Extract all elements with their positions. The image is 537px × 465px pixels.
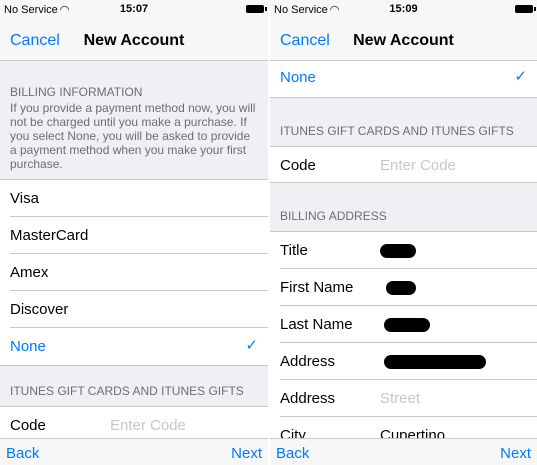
address-street-field[interactable]: Address Street [270,380,537,417]
page-title: New Account [353,32,454,49]
last-name-field[interactable]: Last Name [270,306,537,343]
status-bar: No Service ◠ 15:07 [0,0,268,20]
page-title: New Account [83,32,185,49]
battery-icon [246,5,267,13]
street-input[interactable]: Street [380,390,420,407]
right-screen: No Service ◠ 15:09 Cancel New Account Non… [270,0,537,465]
gift-code-input[interactable]: Enter Code [110,417,186,434]
first-name-field[interactable]: First Name [270,269,537,306]
payment-options-list: Visa MasterCard Amex Discover None ✓ [0,179,268,366]
gift-section-header: ITUNES GIFT CARDS AND ITUNES GIFTS [10,384,244,398]
redacted-value [386,281,416,295]
navigation-bar: Cancel New Account [270,20,537,61]
title-field[interactable]: Title [270,232,537,269]
next-button[interactable]: Next [500,445,531,462]
address-field[interactable]: Address [270,343,537,380]
bottom-toolbar: Back Next [0,438,268,465]
billing-info-description: If you provide a payment method now, you… [10,101,256,171]
billing-address-header: BILLING ADDRESS [280,209,387,223]
status-bar: No Service ◠ 15:09 [270,0,537,20]
left-screen: No Service ◠ 15:07 Cancel New Account BIL… [0,0,268,465]
bottom-toolbar: Back Next [270,438,537,465]
redacted-value [384,355,486,369]
payment-option-none[interactable]: None ✓ [0,328,268,365]
battery-icon [515,5,536,13]
gift-section-header: ITUNES GIFT CARDS AND ITUNES GIFTS [280,124,514,138]
gift-code-row[interactable]: Code Enter Code [270,146,537,183]
gift-code-input[interactable]: Enter Code [380,157,456,174]
back-button[interactable]: Back [276,445,309,462]
redacted-value [380,244,416,258]
billing-address-form: Title First Name Last Name Address Addre… [270,231,537,454]
payment-option-visa[interactable]: Visa [0,180,268,217]
form-content[interactable]: None ✓ ITUNES GIFT CARDS AND ITUNES GIFT… [270,61,537,465]
billing-info-header: BILLING INFORMATION [10,85,143,99]
status-time: 15:09 [389,3,418,15]
payment-option-mastercard[interactable]: MasterCard [0,217,268,254]
status-time: 15:07 [119,3,149,15]
redacted-value [384,318,430,332]
back-button[interactable]: Back [6,445,39,462]
payment-option-amex[interactable]: Amex [0,254,268,291]
billing-info-section: BILLING INFORMATION If you provide a pay… [0,61,268,179]
checkmark-icon: ✓ [514,68,527,85]
next-button[interactable]: Next [231,445,262,462]
navigation-bar: Cancel New Account [0,20,268,61]
checkmark-icon: ✓ [245,337,258,354]
payment-option-none[interactable]: None ✓ [270,61,537,98]
form-content[interactable]: BILLING INFORMATION If you provide a pay… [0,61,268,465]
payment-option-discover[interactable]: Discover [0,291,268,328]
